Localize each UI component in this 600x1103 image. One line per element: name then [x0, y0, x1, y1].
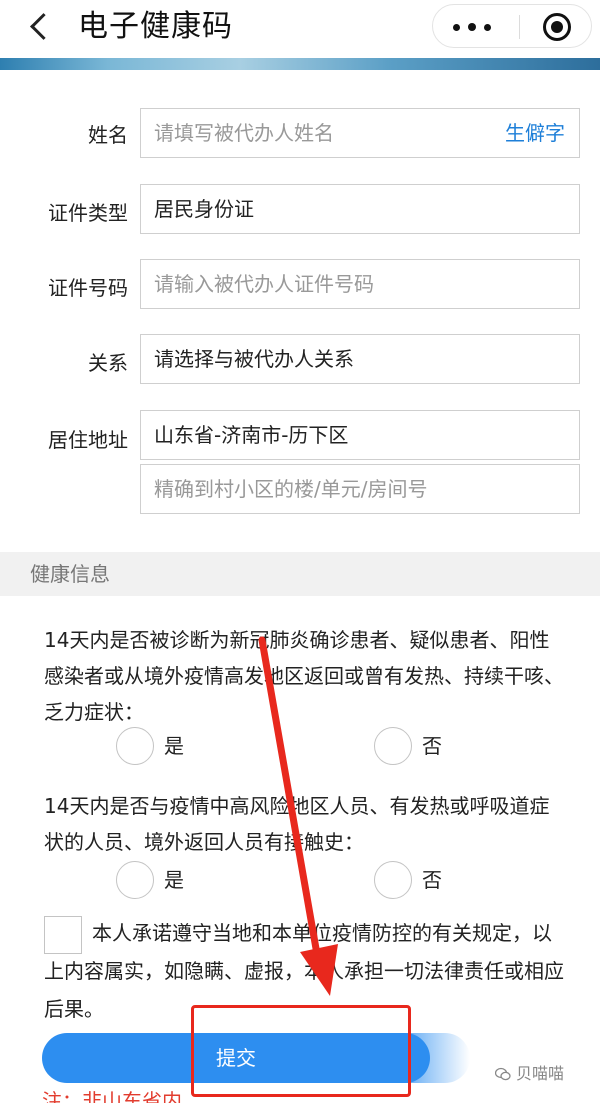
q1-no-label: 否	[422, 734, 442, 758]
health-section-header: 健康信息	[0, 552, 600, 596]
capsule-divider	[519, 15, 520, 39]
more-dots-icon[interactable]	[433, 5, 511, 49]
wechat-watermark-icon	[495, 1067, 511, 1081]
id-type-select[interactable]: 居民身份证	[140, 184, 580, 234]
question-2: 14天内是否与疫情中高风险地区人员、有发热或呼吸道症状的人员、境外返回人员有接触…	[44, 794, 550, 854]
q1-no-radio[interactable]	[374, 727, 412, 765]
name-label: 姓名	[88, 123, 128, 147]
name-field[interactable]: 请填写被代办人姓名 生僻字	[140, 108, 580, 158]
id-number-field[interactable]: 请输入被代办人证件号码	[140, 259, 580, 309]
navigation-bar: 电子健康码	[0, 0, 600, 58]
address-label: 居住地址	[48, 428, 128, 452]
q1-yes-label: 是	[164, 734, 184, 758]
question-1: 14天内是否被诊断为新冠肺炎确诊患者、疑似患者、阳性感染者或从境外疫情高发地区返…	[44, 628, 564, 724]
id-type-label: 证件类型	[48, 201, 128, 225]
id-number-label: 证件号码	[48, 276, 128, 300]
id-type-value: 居民身份证	[154, 197, 254, 221]
q2-yes-radio[interactable]	[116, 861, 154, 899]
name-placeholder: 请填写被代办人姓名	[154, 121, 334, 145]
q1-yes-radio[interactable]	[116, 727, 154, 765]
address-detail-field[interactable]: 精确到村小区的楼/单元/房间号	[140, 464, 580, 514]
back-arrow-icon[interactable]	[22, 8, 58, 44]
watermark-text: 贝喵喵	[516, 1064, 565, 1083]
health-section-title: 健康信息	[30, 562, 110, 586]
bottom-note: 注：非山东省内…	[42, 1089, 202, 1103]
address-region-value: 山东省-济南市-历下区	[154, 423, 349, 447]
q2-no-label: 否	[422, 868, 442, 892]
relation-select[interactable]: 请选择与被代办人关系	[140, 334, 580, 384]
header-banner-strip	[0, 58, 600, 70]
relation-label: 关系	[88, 351, 128, 375]
close-mini-program-icon[interactable]	[529, 5, 591, 49]
relation-value: 请选择与被代办人关系	[154, 347, 354, 371]
annotation-highlight-box	[191, 1005, 411, 1097]
mini-program-capsule	[432, 4, 592, 48]
rare-character-link[interactable]: 生僻字	[505, 109, 565, 157]
address-region-select[interactable]: 山东省-济南市-历下区	[140, 410, 580, 460]
q2-no-radio[interactable]	[374, 861, 412, 899]
id-number-placeholder: 请输入被代办人证件号码	[154, 272, 374, 296]
q2-yes-label: 是	[164, 868, 184, 892]
page-title: 电子健康码	[78, 9, 233, 44]
address-detail-placeholder: 精确到村小区的楼/单元/房间号	[154, 477, 428, 501]
